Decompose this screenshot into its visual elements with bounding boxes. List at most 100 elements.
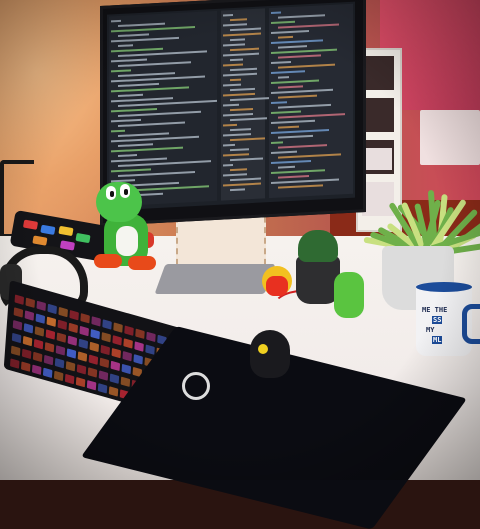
code-line (118, 50, 207, 58)
code-line (230, 67, 257, 72)
code-line (230, 137, 265, 142)
shelf-cell (362, 98, 394, 132)
computer-mouse (250, 330, 290, 378)
keyboard-key (75, 376, 86, 388)
yoshi-eye (120, 184, 130, 198)
code-line (278, 14, 325, 19)
sticker (75, 232, 91, 244)
code-line (271, 169, 325, 175)
code-line (118, 154, 137, 158)
code-line (223, 72, 257, 77)
monitor-stand-base (154, 264, 276, 294)
code-line (111, 69, 131, 73)
terminal-pane (109, 10, 217, 207)
mug-rim (416, 282, 472, 292)
code-line (230, 188, 245, 192)
code-line (111, 146, 183, 153)
sticker (32, 235, 48, 246)
code-line (278, 85, 303, 89)
keyboard-key (97, 383, 108, 394)
code-line (223, 173, 247, 177)
code-line (223, 143, 235, 147)
code-line (278, 54, 321, 59)
code-line (271, 110, 301, 115)
code-line (271, 128, 329, 135)
code-line (271, 60, 291, 65)
radiator (420, 110, 480, 165)
code-line (271, 88, 333, 95)
code-line (111, 118, 141, 123)
code-line (278, 63, 335, 69)
code-line (111, 157, 167, 163)
code-line (118, 132, 169, 138)
small-yoshi-figure (334, 272, 364, 318)
mug-highlight: ML (432, 336, 443, 344)
yoshi-eye (106, 186, 116, 200)
code-line (230, 47, 259, 52)
mug-text-line: ML (432, 336, 443, 344)
code-line (223, 83, 241, 87)
code-line (223, 182, 261, 187)
sticker (22, 219, 39, 230)
shelf-cell (362, 56, 394, 90)
mug-text-line: MY (426, 326, 435, 334)
code-line (118, 143, 153, 148)
code-line (230, 78, 241, 82)
toy-figure-body (266, 276, 288, 296)
keyboard-key (20, 361, 31, 372)
code-line (271, 141, 283, 145)
keyboard-key (9, 358, 20, 369)
code-line (271, 79, 319, 85)
yoshi-pupil (124, 189, 128, 195)
code-line (111, 26, 195, 33)
code-line (271, 178, 339, 185)
code-line (111, 47, 163, 53)
code-line (271, 39, 323, 45)
code-line (271, 101, 287, 105)
storage-box (364, 148, 392, 170)
code-line (230, 148, 249, 152)
code-line (278, 23, 339, 29)
code-line (230, 87, 255, 92)
code-line (271, 119, 315, 125)
code-line (118, 61, 191, 68)
steelseries-logo-icon (182, 372, 210, 400)
code-line (223, 103, 239, 107)
code-line (223, 14, 233, 17)
keyboard-key (31, 364, 42, 375)
code-line (230, 18, 247, 22)
keyboard-key (64, 373, 75, 385)
code-line (230, 27, 261, 32)
code-line (278, 113, 345, 119)
keyboard-key (86, 380, 97, 391)
code-line (223, 52, 259, 57)
yoshi-shoe (128, 256, 156, 270)
code-line (278, 94, 317, 99)
code-line (271, 150, 297, 155)
code-line (230, 177, 261, 182)
keyboard-key (42, 367, 53, 379)
code-line (278, 45, 307, 49)
mouse-logo-icon (258, 344, 268, 354)
keyboard-key (108, 386, 119, 397)
code-line (111, 58, 147, 63)
code-line (111, 168, 151, 173)
code-line (271, 48, 337, 55)
code-line (230, 38, 245, 42)
code-line (271, 11, 281, 15)
code-line (271, 20, 295, 25)
code-line (278, 35, 293, 39)
yoshi-pupil (110, 191, 114, 197)
code-line (230, 168, 247, 172)
sticker (58, 225, 74, 237)
code-line (111, 129, 125, 133)
code-line (118, 82, 159, 88)
code-line (278, 103, 331, 109)
code-line (111, 19, 121, 23)
code-line (278, 184, 323, 189)
code-line (223, 123, 237, 127)
file-tree-pane (221, 8, 269, 201)
code-line (111, 108, 157, 113)
mug-handle (462, 304, 480, 344)
code-editor-pane (269, 3, 353, 199)
